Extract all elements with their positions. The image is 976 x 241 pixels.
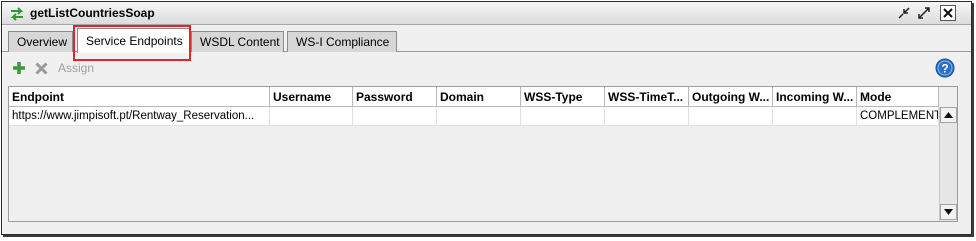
help-icon[interactable]: ? xyxy=(935,58,955,78)
wss-type-cell[interactable] xyxy=(521,107,605,126)
column-header-incoming-wss[interactable]: Incoming W... xyxy=(773,87,857,107)
swap-arrows-icon xyxy=(9,6,25,22)
wss-timetolive-cell[interactable] xyxy=(605,107,689,126)
password-cell[interactable] xyxy=(353,107,437,126)
vertical-scrollbar[interactable] xyxy=(939,107,957,221)
tab-bar: Overview Service Endpoints WSDL Content … xyxy=(2,25,971,53)
soap-service-window: getListCountriesSoap Overview Service En… xyxy=(1,1,972,235)
endpoint-cell[interactable]: https://www.jimpisoft.pt/Rentway_Reserva… xyxy=(9,107,270,126)
close-icon[interactable] xyxy=(940,5,956,21)
column-header-endpoint[interactable]: Endpoint xyxy=(9,87,270,107)
username-cell[interactable] xyxy=(270,107,353,126)
title-bar: getListCountriesSoap xyxy=(2,2,971,25)
column-header-wss-timetolive[interactable]: WSS-TimeT... xyxy=(605,87,689,107)
scrollbar-track[interactable] xyxy=(940,123,957,204)
shrink-icon[interactable] xyxy=(896,5,912,21)
column-header-outgoing-wss[interactable]: Outgoing W... xyxy=(689,87,773,107)
plus-icon[interactable] xyxy=(10,59,28,77)
outgoing-wss-cell[interactable] xyxy=(689,107,773,126)
column-header-wss-type[interactable]: WSS-Type xyxy=(521,87,605,107)
scroll-up-arrow-icon[interactable] xyxy=(940,107,957,123)
column-header-username[interactable]: Username xyxy=(270,87,353,107)
column-header-domain[interactable]: Domain xyxy=(437,87,521,107)
table-row[interactable]: https://www.jimpisoft.pt/Rentway_Reserva… xyxy=(9,107,939,126)
column-header-password[interactable]: Password xyxy=(353,87,437,107)
column-header-mode[interactable]: Mode xyxy=(857,87,939,107)
svg-text:?: ? xyxy=(941,62,948,76)
scroll-down-arrow-icon[interactable] xyxy=(940,204,957,220)
domain-cell[interactable] xyxy=(437,107,521,126)
tab-service-endpoints[interactable]: Service Endpoints xyxy=(77,28,190,53)
tab-overview[interactable]: Overview xyxy=(8,31,73,52)
endpoints-table: Endpoint Username Password Domain WSS-Ty… xyxy=(8,86,958,222)
maximize-icon[interactable] xyxy=(916,5,932,21)
x-icon[interactable] xyxy=(32,59,50,77)
assign-button[interactable]: Assign xyxy=(58,61,94,75)
tab-ws-i-compliance[interactable]: WS-I Compliance xyxy=(287,31,397,52)
table-header: Endpoint Username Password Domain WSS-Ty… xyxy=(9,87,939,107)
tab-wsdl-content[interactable]: WSDL Content xyxy=(191,31,284,52)
incoming-wss-cell[interactable] xyxy=(773,107,857,126)
toolbar: Assign ? xyxy=(2,53,971,83)
mode-cell[interactable]: COMPLEMENT xyxy=(857,107,939,126)
window-title: getListCountriesSoap xyxy=(30,6,155,20)
